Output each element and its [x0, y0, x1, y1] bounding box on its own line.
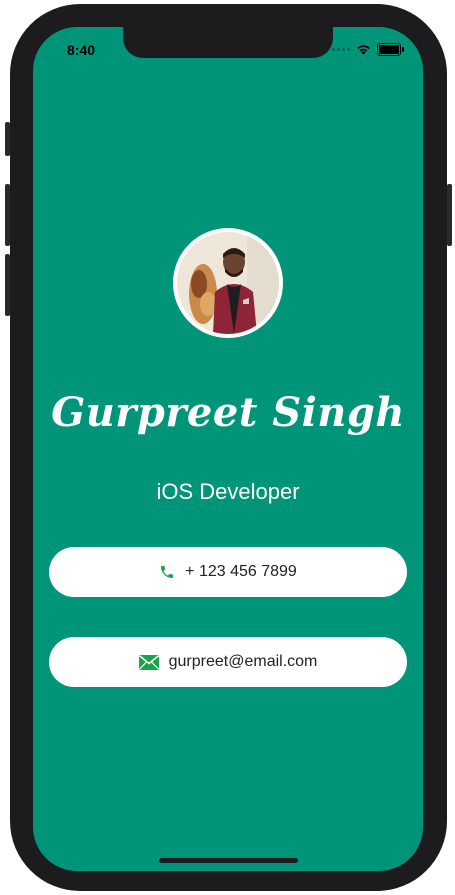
wifi-icon — [357, 45, 370, 55]
profile-photo — [177, 232, 279, 334]
power-button — [447, 184, 452, 246]
email-card[interactable]: gurpreet@email.com — [49, 637, 407, 687]
battery-icon — [377, 43, 404, 56]
status-indicators — [332, 43, 404, 56]
email-address: gurpreet@email.com — [168, 653, 318, 670]
profile-title: iOS Developer — [156, 479, 300, 504]
phone-icon — [161, 566, 174, 578]
mute-switch — [5, 122, 10, 156]
app-screen: 8:40 Gurpreet Singh iOS Developer + 123 … — [33, 27, 423, 871]
volume-up-button — [5, 184, 10, 246]
cellular-icon — [332, 48, 350, 51]
notch — [123, 27, 333, 58]
envelope-icon — [138, 654, 159, 670]
home-indicator[interactable] — [159, 858, 298, 863]
profile-name: Gurpreet Singh — [51, 389, 405, 436]
volume-down-button — [5, 254, 10, 316]
phone-number: + 123 456 7899 — [185, 563, 297, 580]
phone-card[interactable]: + 123 456 7899 — [49, 547, 407, 597]
status-time: 8:40 — [67, 42, 96, 58]
profile-avatar — [173, 228, 283, 338]
